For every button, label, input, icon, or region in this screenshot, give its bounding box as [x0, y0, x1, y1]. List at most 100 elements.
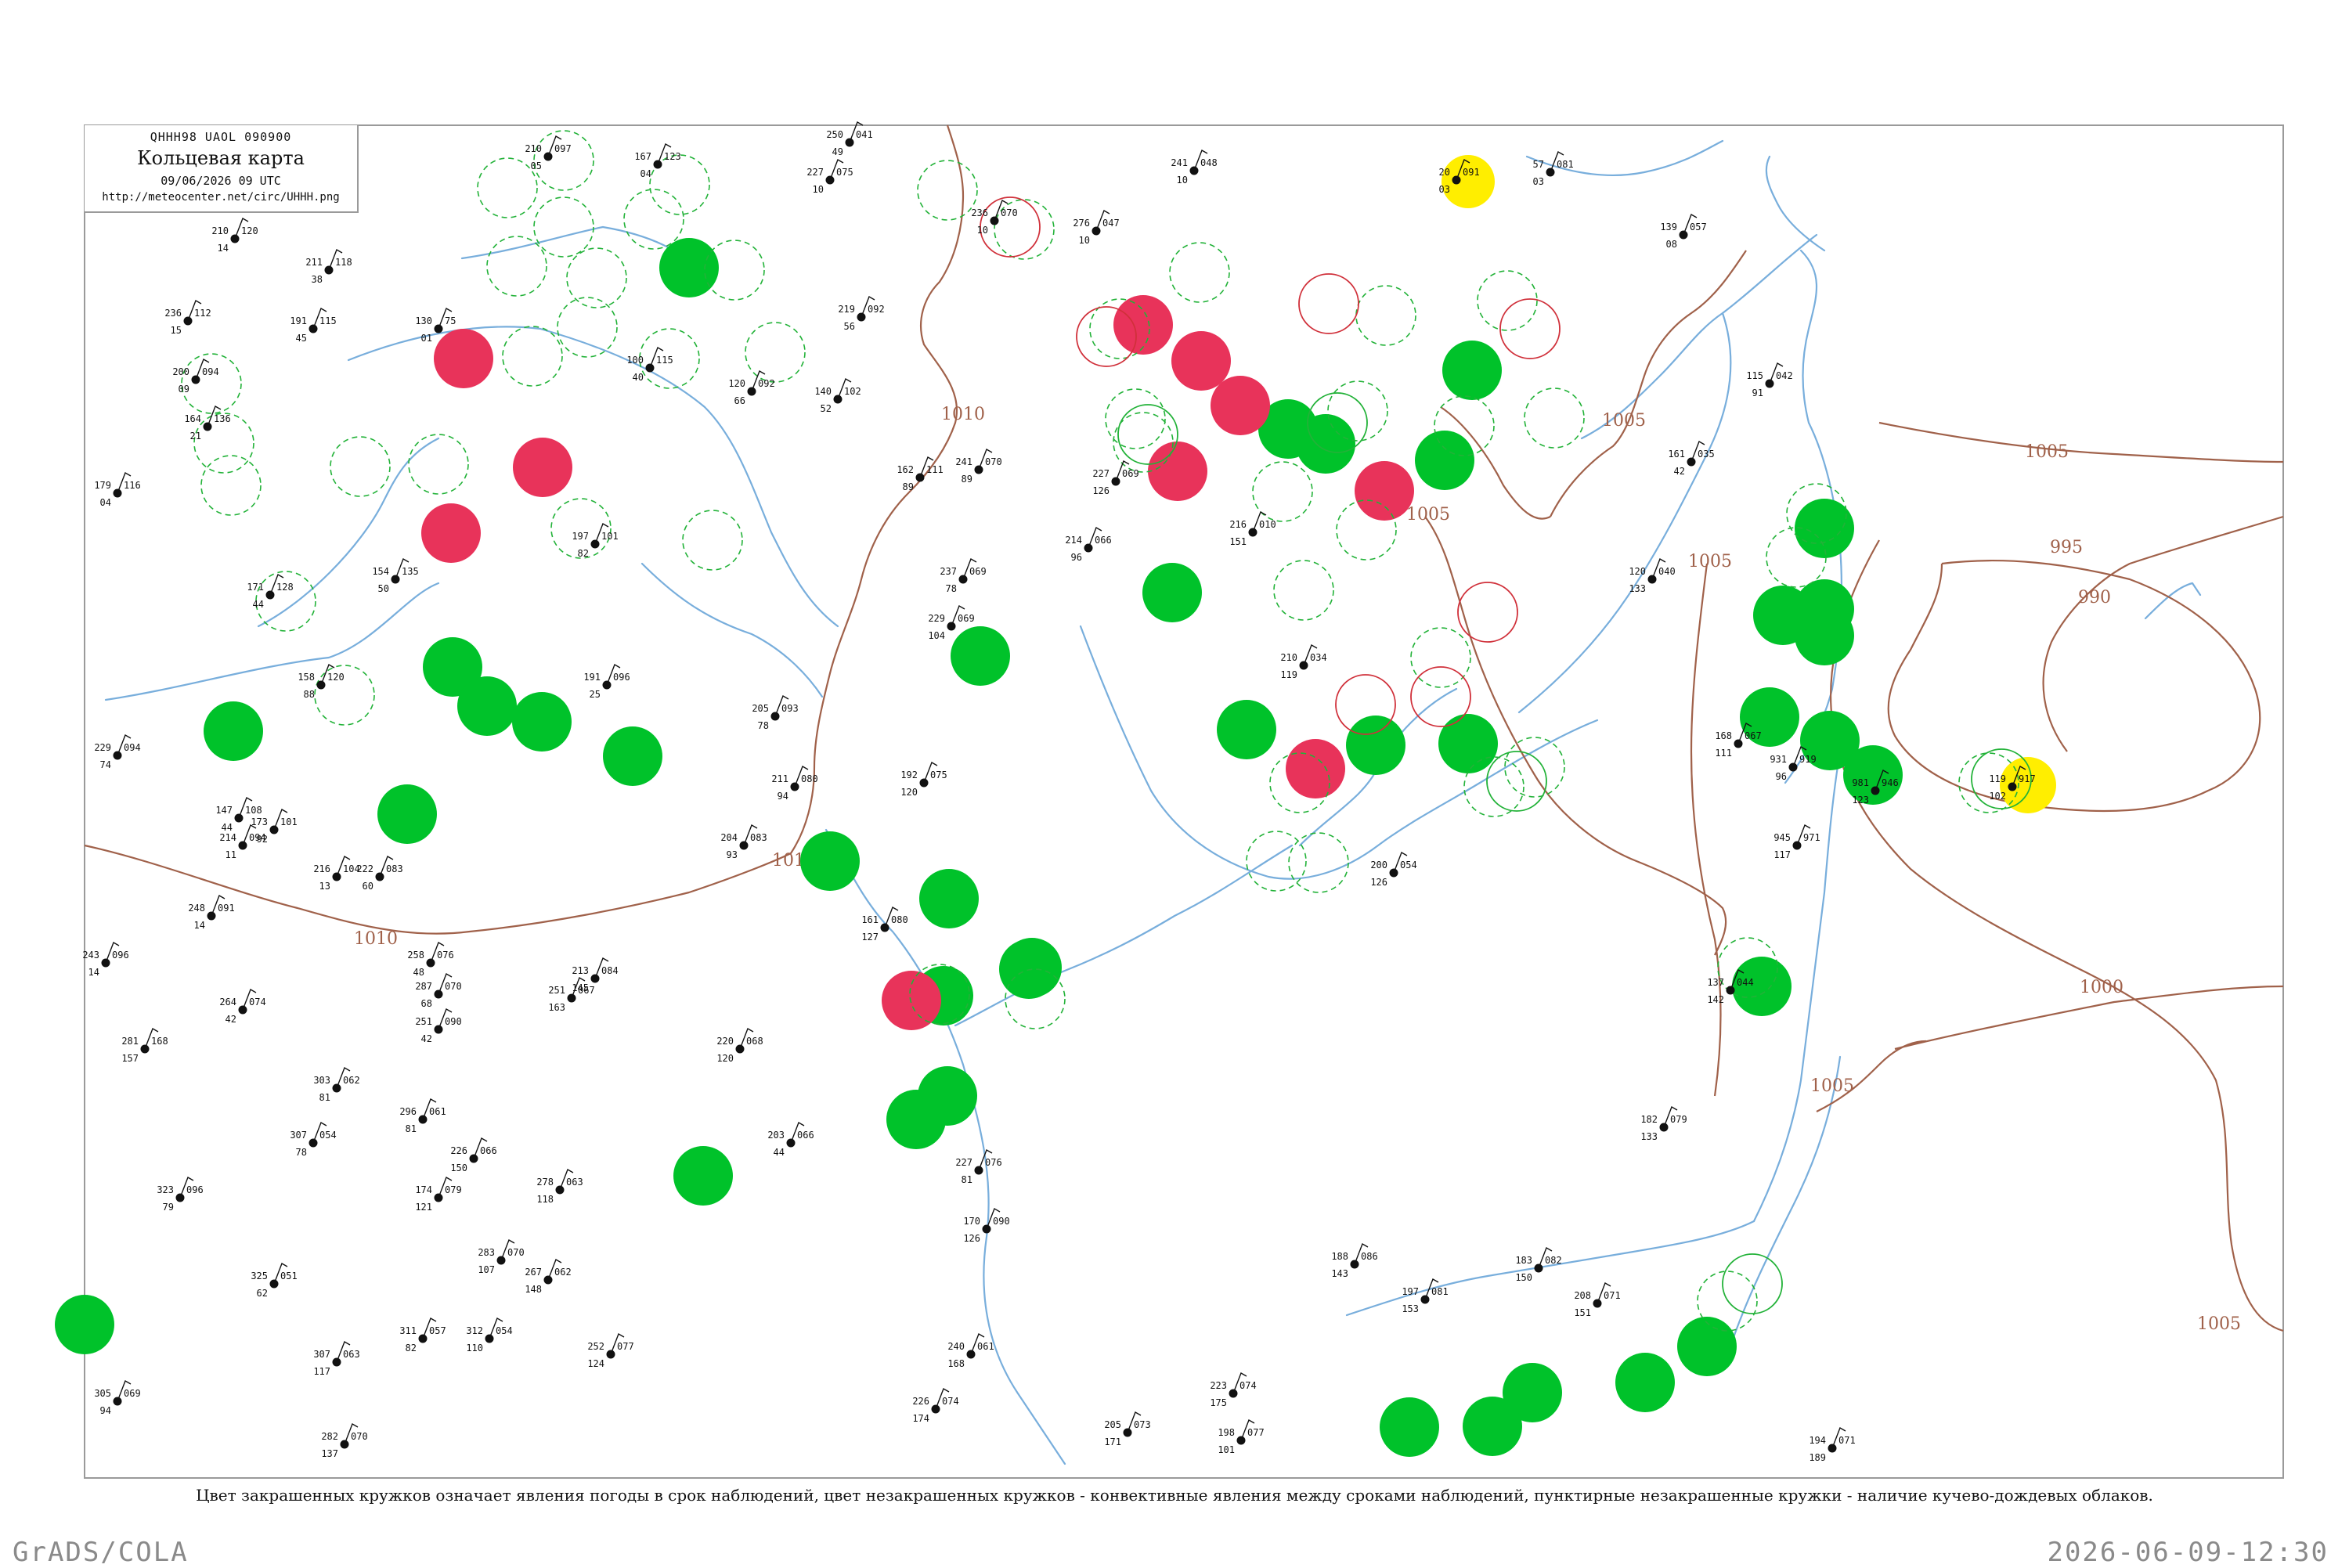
station-dewpoint: 157: [121, 1053, 139, 1064]
station-pressure: 083: [750, 832, 767, 843]
station-dewpoint: 42: [1674, 466, 1685, 477]
station-pressure: 971: [1803, 832, 1820, 843]
station-pressure: 092: [758, 378, 775, 389]
rain-circle: [1346, 716, 1405, 775]
station-temperature: 251: [415, 1016, 432, 1027]
station-temperature: 303: [313, 1075, 330, 1086]
station-temperature: 205: [752, 703, 769, 714]
station-pressure: 066: [797, 1130, 814, 1141]
isobar-label: 1005: [2025, 442, 2069, 462]
station-pressure: 946: [1882, 777, 1899, 788]
station-pressure: 115: [319, 315, 337, 326]
station-temperature: 219: [838, 304, 855, 315]
station-temperature: 204: [720, 832, 738, 843]
station-temperature: 283: [478, 1247, 495, 1258]
station-temperature: 188: [1331, 1251, 1348, 1262]
station-pressure: 075: [930, 770, 947, 780]
station-pressure: 090: [993, 1216, 1010, 1227]
station-pressure: 120: [327, 672, 345, 683]
station-dewpoint: 04: [640, 168, 651, 179]
station-dewpoint: 107: [478, 1264, 495, 1275]
thunderstorm-circle: [882, 971, 941, 1030]
station-dewpoint: 38: [312, 274, 323, 285]
station-pressure: 091: [218, 903, 235, 914]
station-pressure: 063: [566, 1177, 583, 1188]
station-dewpoint: 189: [1809, 1452, 1826, 1463]
station-dewpoint: 142: [1707, 994, 1724, 1005]
station-temperature: 179: [94, 480, 111, 491]
station-temperature: 194: [1809, 1435, 1826, 1446]
station-temperature: 296: [399, 1106, 417, 1117]
station-temperature: 311: [399, 1325, 417, 1336]
station-dewpoint: 93: [727, 849, 738, 860]
station-pressure: 063: [343, 1349, 360, 1360]
synoptic-map: 1010 1010 1010 1005 1005 1005 1005 1005 …: [55, 121, 2284, 1479]
station-pressure: 096: [613, 672, 630, 683]
station-temperature: 139: [1660, 222, 1677, 232]
station-dewpoint: 56: [844, 321, 855, 332]
station-dewpoint: 94: [778, 791, 788, 802]
station-pressure: 051: [280, 1271, 298, 1281]
station-temperature: 252: [587, 1341, 604, 1352]
station-pressure: 917: [2019, 773, 2036, 784]
station-pressure: 136: [214, 413, 231, 424]
isobar-label: 1010: [354, 929, 398, 949]
station-pressure: 086: [1361, 1251, 1378, 1262]
station-dewpoint: 96: [1071, 552, 1082, 563]
station-dewpoint: 66: [734, 395, 745, 406]
station-dewpoint: 175: [1210, 1397, 1227, 1408]
station-dewpoint: 62: [257, 1288, 268, 1299]
rain-circle: [1380, 1397, 1439, 1457]
station-pressure: 069: [1122, 468, 1139, 479]
station-dewpoint: 40: [633, 372, 644, 383]
station-dewpoint: 60: [363, 881, 373, 892]
station-pressure: 062: [554, 1267, 572, 1278]
map-header: QHHH98 UAOL 090900 Кольцевая карта 09/06…: [85, 125, 359, 213]
station-pressure: 079: [1670, 1114, 1687, 1125]
thunderstorm-circle: [1148, 442, 1207, 501]
station-dewpoint: 151: [1229, 536, 1247, 547]
thunderstorm-circle: [1211, 376, 1270, 435]
station-pressure: 919: [1799, 754, 1817, 765]
map-date: 09/06/2026 09 UTC: [161, 174, 281, 188]
rain-circle: [1415, 431, 1474, 490]
station-temperature: 307: [313, 1349, 330, 1360]
station-dewpoint: 163: [548, 1002, 565, 1013]
render-timestamp: 2026-06-09-12:30: [2047, 1537, 2329, 1568]
station-temperature: 205: [1104, 1419, 1121, 1430]
rain-circle: [951, 626, 1010, 686]
station-pressure: 070: [1001, 207, 1018, 218]
station-pressure: 116: [124, 480, 141, 491]
station-temperature: 119: [1989, 773, 2006, 784]
station-dewpoint: 127: [861, 932, 879, 943]
station-dewpoint: 137: [321, 1448, 338, 1459]
station-temperature: 191: [290, 315, 307, 326]
station-temperature: 173: [251, 816, 268, 827]
station-dewpoint: 78: [758, 720, 769, 731]
station-temperature: 305: [94, 1388, 111, 1399]
station-dewpoint: 78: [946, 583, 957, 594]
station-dewpoint: 143: [1331, 1268, 1348, 1279]
station-pressure: 077: [617, 1341, 634, 1352]
rain-circle: [204, 701, 263, 761]
station-dewpoint: 101: [1218, 1444, 1235, 1455]
isobar-label: 1005: [2197, 1314, 2241, 1334]
station-dewpoint: 25: [590, 689, 601, 700]
station-pressure: 101: [280, 816, 298, 827]
station-temperature: 240: [947, 1341, 965, 1352]
station-temperature: 258: [407, 950, 424, 961]
station-dewpoint: 21: [190, 431, 201, 442]
station-temperature: 211: [305, 257, 323, 268]
station-dewpoint: 81: [319, 1092, 330, 1103]
station-pressure: 123: [664, 151, 681, 162]
station-temperature: 226: [912, 1396, 929, 1407]
station-temperature: 236: [164, 308, 182, 319]
station-temperature: 307: [290, 1130, 307, 1141]
thunderstorm-circle: [421, 503, 481, 563]
legend-caption: Цвет закрашенных кружков означает явлени…: [196, 1486, 2153, 1505]
station-dewpoint: 92: [257, 834, 268, 845]
station-dewpoint: 14: [194, 920, 205, 931]
rain-circle: [1442, 341, 1502, 400]
isobar-label: 1005: [1810, 1076, 1854, 1096]
isobar-label: 1005: [1688, 552, 1732, 571]
